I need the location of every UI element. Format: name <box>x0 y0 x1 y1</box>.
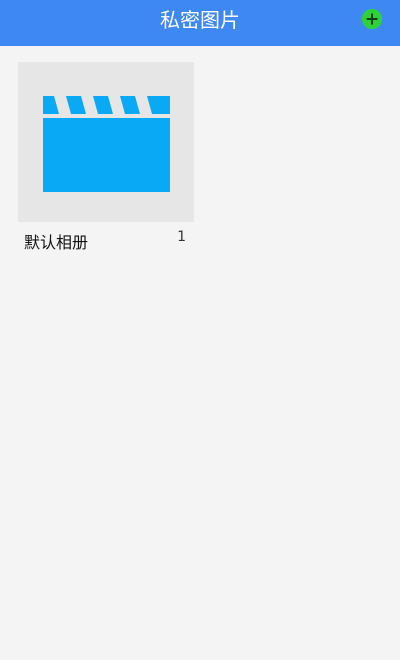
clapperboard-icon <box>43 96 170 192</box>
page-title: 私密图片 <box>160 8 240 32</box>
plus-circle-icon <box>362 9 382 29</box>
add-album-button[interactable] <box>362 9 382 29</box>
app-header: 私密图片 <box>0 0 400 46</box>
album-name: 默认相册 <box>24 233 89 252</box>
album-grid: 默认相册 1 <box>0 46 400 660</box>
album-photo-count: 1 <box>177 229 186 245</box>
album-thumbnail <box>18 62 194 222</box>
album-item[interactable]: 默认相册 1 <box>18 62 194 257</box>
